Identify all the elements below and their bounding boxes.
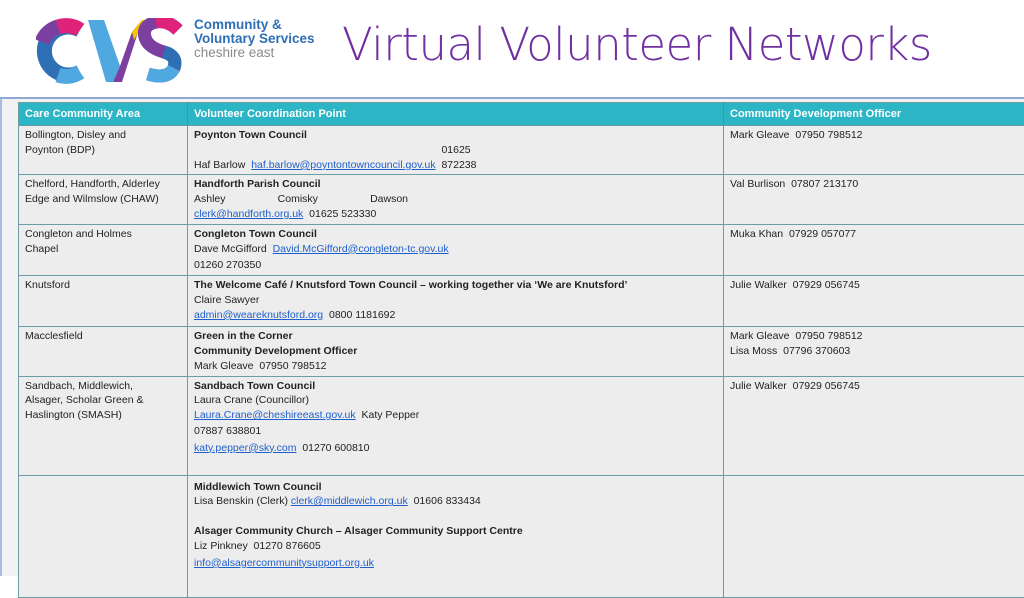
area-cell: Chelford, Handforth, Alderley Edge and W… (19, 175, 188, 224)
officer-cell (724, 475, 1024, 597)
logo-line-2: Voluntary Services (194, 32, 315, 46)
contact-name: Lisa Benskin (Clerk) (194, 495, 288, 507)
coordination-cell: Handforth Parish Council Ashley Comisky … (188, 175, 724, 224)
coordination-cell: The Welcome Café / Knutsford Town Counci… (188, 276, 724, 327)
area-cell (19, 475, 188, 597)
contact-name: Liz Pinkney 01270 876605 (194, 539, 717, 554)
email-link[interactable]: katy.pepper@sky.com (194, 442, 296, 454)
phone: 01625 872238 (441, 143, 481, 173)
column-header-officer: Community Development Officer (724, 103, 1024, 126)
phone: 01260 270350 (194, 258, 717, 273)
table-row: Macclesfield Green in the Corner Communi… (19, 327, 1024, 376)
table-row: Sandbach, Middlewich, Alsager, Scholar G… (19, 376, 1024, 475)
coordination-cell: Green in the Corner Community Developmen… (188, 327, 724, 376)
officer-contact: Mark Gleave 07950 798512 (730, 128, 1024, 143)
officer-cell: Mark Gleave 07950 798512 Lisa Moss 07796… (724, 327, 1024, 376)
volunteer-networks-table: Care Community Area Volunteer Coordinati… (18, 102, 1024, 598)
org-name: Poynton Town Council (194, 128, 717, 143)
org-name: Handforth Parish Council (194, 177, 717, 192)
area-cell: Bollington, Disley and Poynton (BDP) (19, 126, 188, 175)
spacer (194, 509, 717, 524)
contact-name-part: Comisky (278, 192, 318, 207)
cvs-logo-mark (36, 18, 186, 84)
coordination-cell: Middlewich Town Council Lisa Benskin (Cl… (188, 475, 724, 597)
phone: 01625 523330 (309, 208, 376, 220)
officer-cell: Mark Gleave 07950 798512 (724, 126, 1024, 175)
officer-contact: Julie Walker 07929 056745 (730, 379, 1024, 394)
contact-name: Claire Sawyer (194, 293, 717, 308)
org-name: Alsager Community Church – Alsager Commu… (194, 524, 717, 539)
org-role: Community Development Officer (194, 344, 717, 359)
page-title: Virtual Volunteer Networks (342, 18, 932, 71)
officer-cell: Muka Khan 07929 057077 (724, 224, 1024, 275)
contact-name-part: Ashley (194, 192, 226, 207)
table-row: Knutsford The Welcome Café / Knutsford T… (19, 276, 1024, 327)
contact-name-part: Dawson (370, 192, 408, 207)
slide-header: Community & Voluntary Services cheshire … (0, 0, 1024, 97)
contact-name: Dave McGifford (194, 243, 267, 255)
table-row: Middlewich Town Council Lisa Benskin (Cl… (19, 475, 1024, 597)
email-link[interactable]: haf.barlow@poyntontowncouncil.gov.uk (251, 159, 435, 171)
coordination-cell: Congleton Town Council Dave McGifford Da… (188, 224, 724, 275)
coordination-cell: Sandbach Town Council Laura Crane (Counc… (188, 376, 724, 475)
email-link[interactable]: clerk@middlewich.org.uk (291, 495, 408, 507)
officer-cell: Julie Walker 07929 056745 (724, 276, 1024, 327)
officer-cell: Val Burlison 07807 213170 (724, 175, 1024, 224)
area-cell: Congleton and Holmes Chapel (19, 224, 188, 275)
contact-name: Haf Barlow (194, 159, 245, 171)
phone: 0800 1181692 (329, 309, 395, 321)
table-row: Chelford, Handforth, Alderley Edge and W… (19, 175, 1024, 224)
officer-contact: Mark Gleave 07950 798512 (730, 329, 1024, 344)
officer-cell: Julie Walker 07929 056745 (724, 376, 1024, 475)
officer-contact: Lisa Moss 07796 370603 (730, 344, 1024, 359)
email-link[interactable]: Laura.Crane@cheshireeast.gov.uk (194, 409, 356, 421)
area-cell: Sandbach, Middlewich, Alsager, Scholar G… (19, 376, 188, 475)
org-name: Green in the Corner (194, 329, 717, 344)
table-row: Congleton and Holmes Chapel Congleton To… (19, 224, 1024, 275)
officer-contact: Val Burlison 07807 213170 (730, 177, 1024, 192)
area-cell: Knutsford (19, 276, 188, 327)
table-row: Bollington, Disley and Poynton (BDP) Poy… (19, 126, 1024, 175)
cvs-logo: Community & Voluntary Services cheshire … (36, 18, 316, 84)
org-name: Congleton Town Council (194, 227, 717, 242)
coordination-cell: Poynton Town Council Haf Barlow haf.barl… (188, 126, 724, 175)
email-link[interactable]: David.McGifford@congleton-tc.gov.uk (273, 243, 449, 255)
email-link[interactable]: clerk@handforth.org.uk (194, 208, 303, 220)
column-header-area: Care Community Area (19, 103, 188, 126)
contact-name: Mark Gleave 07950 798512 (194, 359, 717, 374)
contact-name: Ashley Comisky Dawson (194, 192, 408, 207)
officer-contact: Muka Khan 07929 057077 (730, 227, 1024, 242)
area-cell: Macclesfield (19, 327, 188, 376)
logo-line-1: Community & (194, 18, 315, 32)
table-header-row: Care Community Area Volunteer Coordinati… (19, 103, 1024, 126)
phone: 07887 638801 (194, 424, 717, 439)
contact-name: Katy Pepper (361, 409, 419, 421)
email-link[interactable]: info@alsagercommunitysupport.org.uk (194, 556, 717, 571)
contact-name: Laura Crane (Councillor) (194, 393, 717, 408)
logo-line-3: cheshire east (194, 46, 315, 60)
org-name: The Welcome Café / Knutsford Town Counci… (194, 278, 717, 293)
org-name: Middlewich Town Council (194, 480, 717, 495)
org-name: Sandbach Town Council (194, 379, 717, 394)
logo-wordmark: Community & Voluntary Services cheshire … (194, 18, 315, 60)
column-header-coordination-point: Volunteer Coordination Point (188, 103, 724, 126)
officer-contact: Julie Walker 07929 056745 (730, 278, 1024, 293)
email-link[interactable]: admin@weareknutsford.org (194, 309, 323, 321)
phone: 01606 833434 (414, 495, 481, 507)
phone: 01270 600810 (302, 442, 369, 454)
